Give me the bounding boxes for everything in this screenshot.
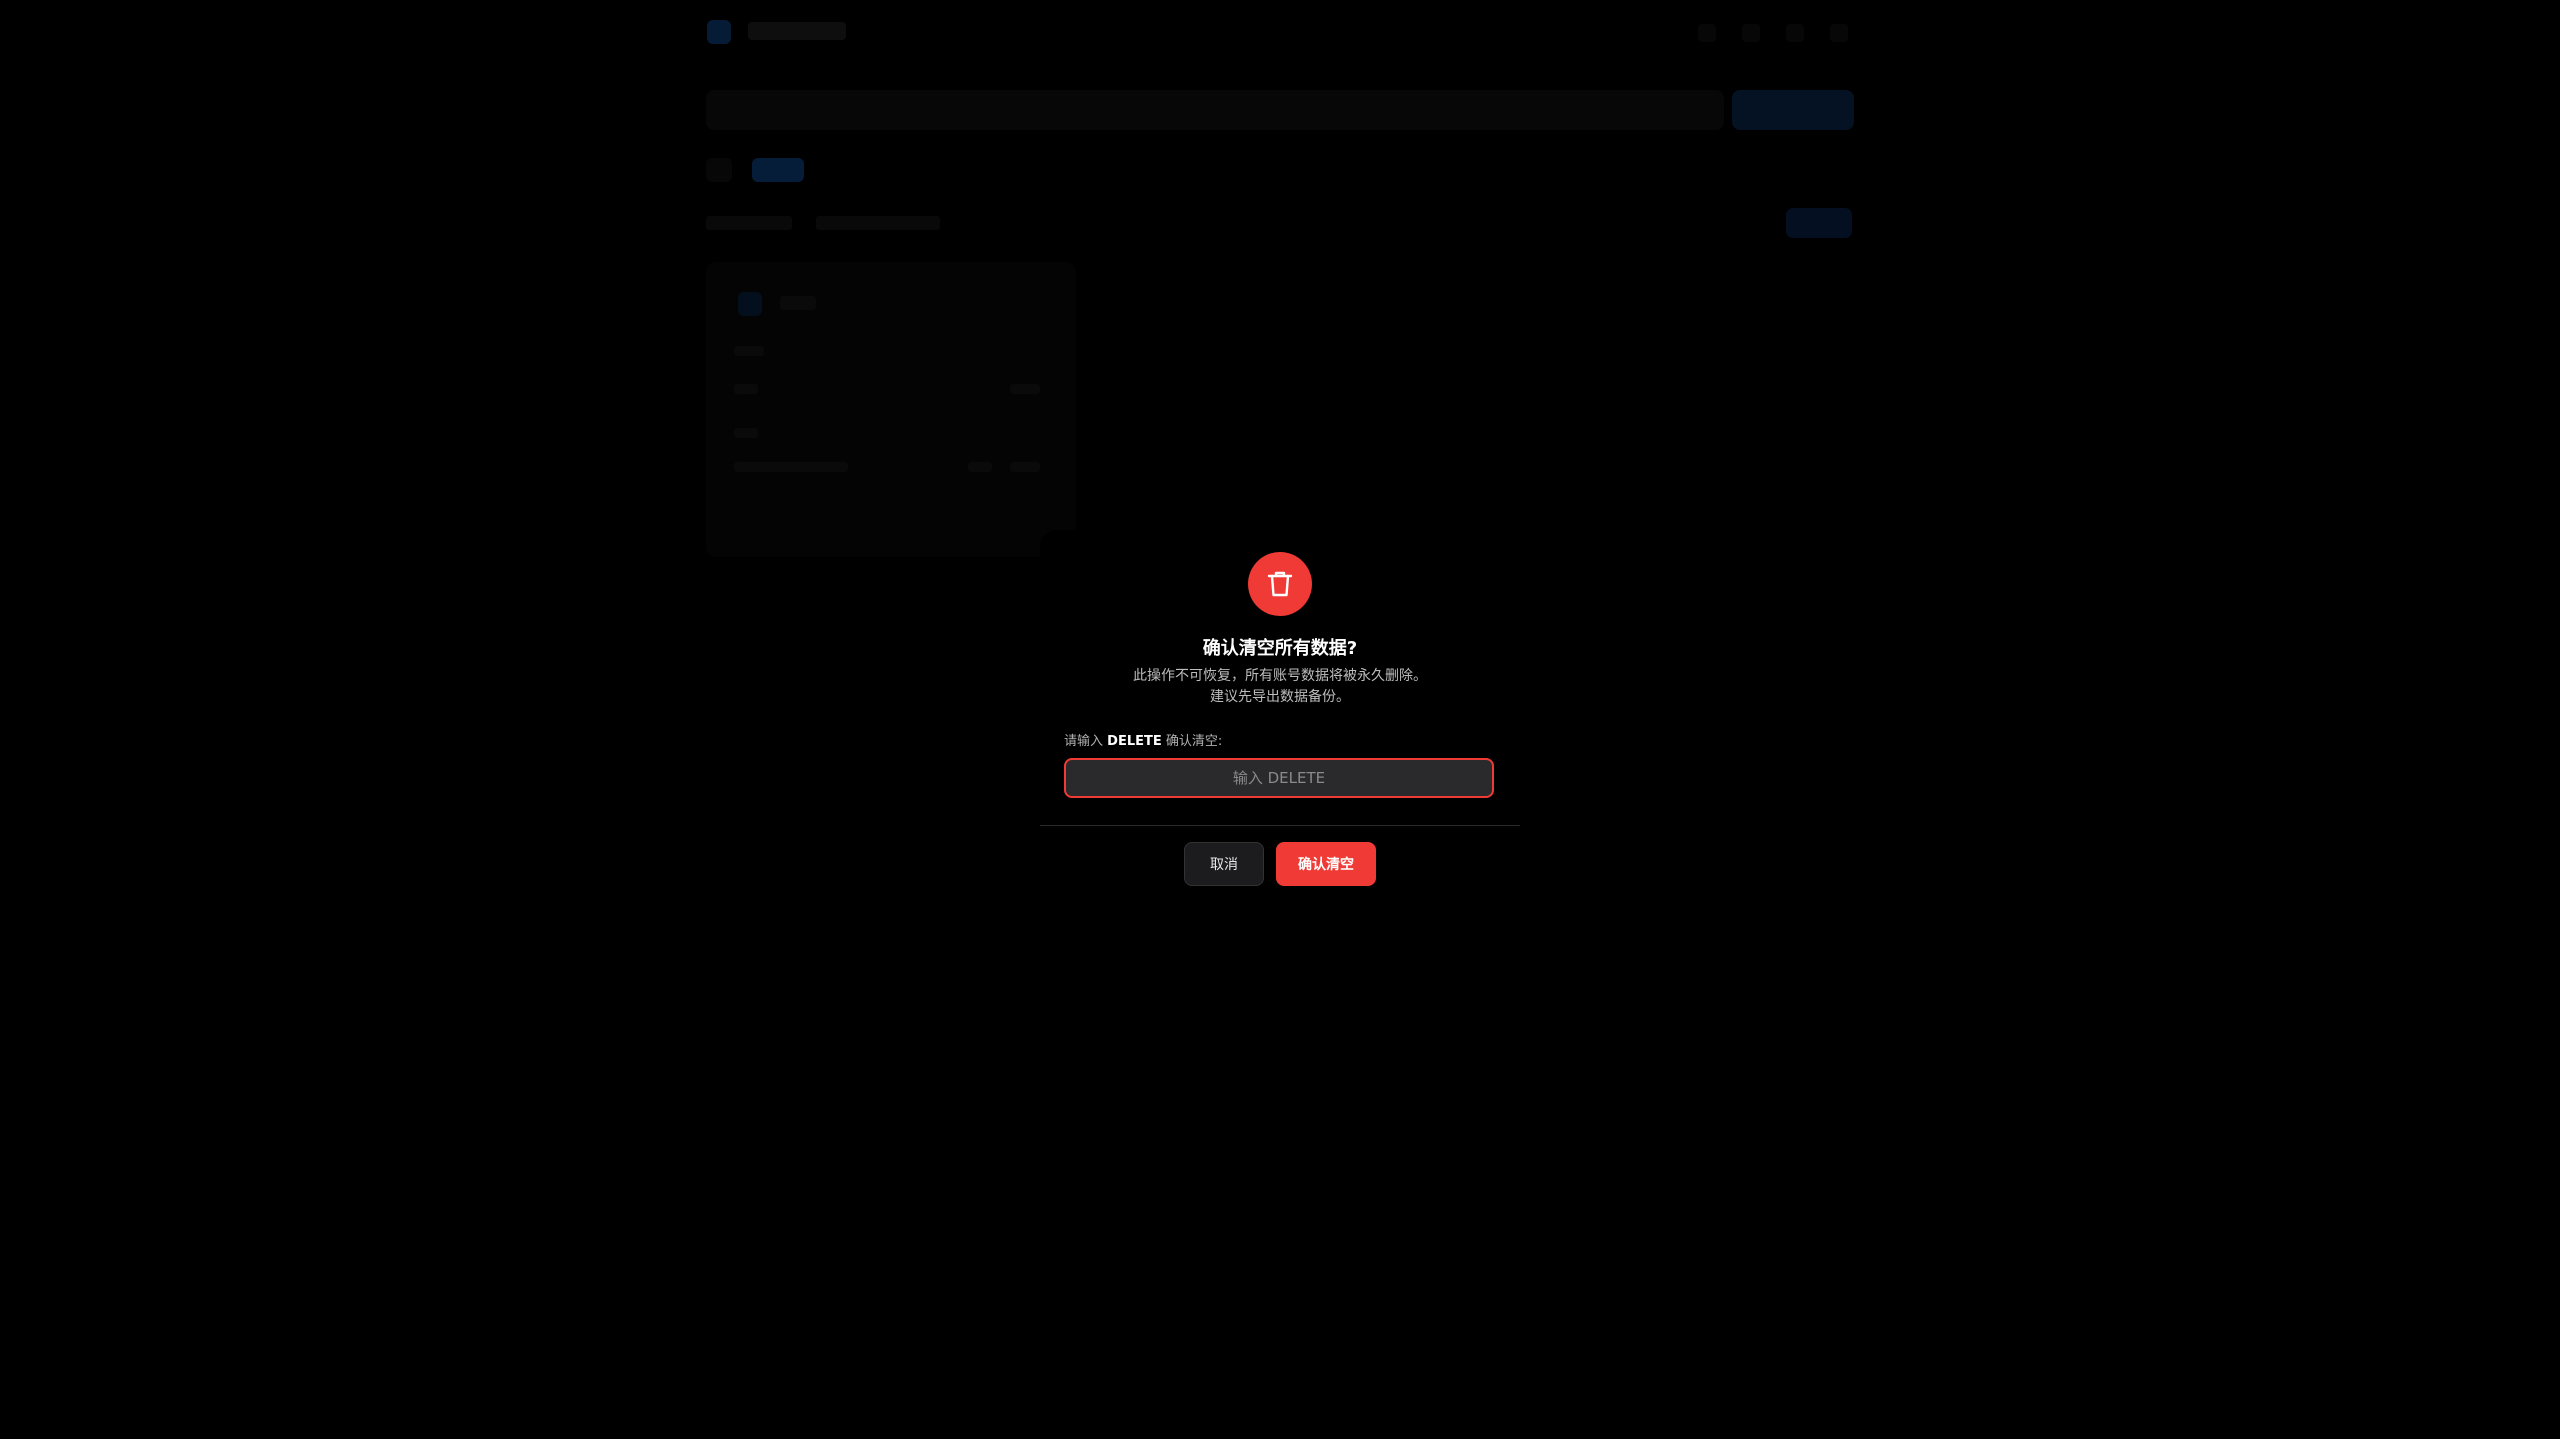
confirm-input-label: 请输入 DELETE 确认清空: <box>1064 730 1222 749</box>
dialog-description-line: 此操作不可恢复，所有账号数据将被永久删除。 <box>1133 668 1427 684</box>
dialog-description-line: 建议先导出数据备份。 <box>1210 689 1350 705</box>
app-window: 确认清空所有数据? 此操作不可恢复，所有账号数据将被永久删除。 建议先导出数据备… <box>0 0 2560 1439</box>
input-label-prefix: 请输入 <box>1064 734 1104 749</box>
dialog-divider <box>1040 825 1520 826</box>
cancel-button[interactable]: 取消 <box>1184 842 1264 886</box>
clear-data-dialog: 确认清空所有数据? 此操作不可恢复，所有账号数据将被永久删除。 建议先导出数据备… <box>1040 530 1520 910</box>
dialog-title: 确认清空所有数据? <box>1202 638 1358 659</box>
confirm-clear-button[interactable]: 确认清空 <box>1276 842 1376 886</box>
input-label-keyword: DELETE <box>1107 734 1162 749</box>
delete-confirm-input[interactable] <box>1064 758 1494 798</box>
trash-icon <box>1248 552 1312 616</box>
input-label-suffix: 确认清空: <box>1165 734 1223 749</box>
dialog-description: 此操作不可恢复，所有账号数据将被永久删除。 建议先导出数据备份。 <box>1040 666 1520 708</box>
